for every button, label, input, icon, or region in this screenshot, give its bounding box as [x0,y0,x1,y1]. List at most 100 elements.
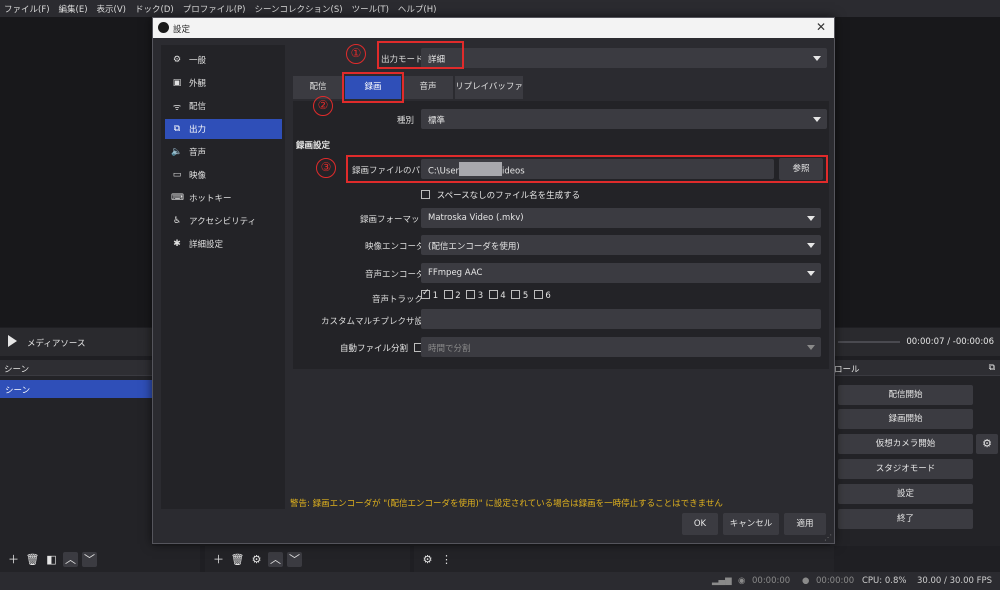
nav-hotkeys[interactable]: ⌨ ホットキー [165,188,282,208]
auto-split-value: 時間で分割 [428,344,471,354]
browse-button[interactable]: 参照 [779,158,823,180]
track-label: 1 [432,291,439,301]
recording-format-select[interactable]: Matroska Video (.mkv) [421,208,821,228]
no-space-checkbox[interactable] [421,190,430,199]
nav-advanced[interactable]: ✱ 詳細設定 [165,234,282,254]
chevron-down-icon [813,56,821,61]
settings-button[interactable]: 設定 [838,484,973,504]
track-label: 2 [455,291,461,301]
nav-label: 音声 [189,148,207,158]
sources-toolbar: ＋ 🗑 ⚙ ︿ ﹀ [205,546,410,572]
track-1-checkbox[interactable] [421,288,430,299]
type-select[interactable]: 標準 [421,109,827,129]
nav-output[interactable]: ⧉ 出力 [165,119,282,139]
audio-encoder-select[interactable]: FFmpeg AAC [421,263,821,283]
dialog-title: 設定 [173,25,191,35]
audio-encoder-value: FFmpeg AAC [428,268,483,278]
chevron-up-icon[interactable]: ︿ [63,551,78,567]
nav-video[interactable]: ▭ 映像 [165,165,282,185]
menu-edit[interactable]: 編集(E) [59,3,88,15]
studio-mode-button[interactable]: スタジオモード [838,459,973,479]
type-value: 標準 [428,116,446,126]
status-bar: ▂▄▆ ◉ 00:00:00 ● 00:00:00 CPU: 0.8% 30.0… [0,572,1000,590]
output-mode-value: 詳細 [428,55,446,65]
nav-general[interactable]: ⚙ 一般 [165,50,282,70]
add-icon[interactable]: ＋ [211,552,226,567]
type-label: 種別 [397,116,415,126]
settings-dialog: 設定 ✕ ⚙ 一般 ▣ 外観 ᯤ 配信 ⧉ 出力 🔈 音声 ▭ 映像 ⌨ ホットキー ♿ アクセ… [152,17,835,544]
nav-accessibility[interactable]: ♿ アクセシビリティ [165,211,282,231]
recording-path-input[interactable]: C:\User ideos [421,159,774,179]
tab-audio[interactable]: 音声 [403,76,453,99]
resize-grip-icon[interactable]: ⋰ [824,533,832,542]
speaker-icon: 🔈 [171,147,183,157]
menu-help[interactable]: ヘルプ(H) [398,3,437,15]
custom-muxer-input[interactable] [421,309,821,329]
filter-icon[interactable]: ◧ [44,552,59,567]
add-icon[interactable]: ＋ [6,552,21,567]
undock-icon[interactable]: ⧉ [989,363,995,373]
start-virtual-camera-button[interactable]: 仮想カメラ開始 [838,434,973,454]
monitor-icon: ▭ [172,170,182,180]
menu-file[interactable]: ファイル(F) [4,3,50,15]
chevron-down-icon[interactable]: ﹀ [82,551,97,567]
trash-icon[interactable]: 🗑 [230,552,245,567]
tab-replay-buffer[interactable]: リプレイバッファ [455,76,523,99]
recording-path-value: C:\User [428,166,460,177]
ok-button[interactable]: OK [682,513,718,535]
scenes-title: シーン [0,360,152,376]
menu-scene-collection[interactable]: シーンコレクション(S) [254,3,342,15]
menu-profile[interactable]: プロファイル(P) [183,3,246,15]
obs-logo-icon [158,22,169,33]
dialog-titlebar: 設定 ✕ [153,18,834,38]
menu-view[interactable]: 表示(V) [97,3,126,15]
chevron-down-icon[interactable]: ﹀ [287,551,302,567]
menu-tools[interactable]: ツール(T) [352,3,389,15]
gear-icon: ⚙ [172,55,182,65]
gears-icon[interactable]: ⚙ [420,552,435,567]
chevron-up-icon[interactable]: ︿ [268,551,283,567]
track-5-checkbox[interactable] [511,290,521,299]
trash-icon[interactable]: 🗑 [25,552,40,567]
track-3-checkbox[interactable] [466,290,476,299]
media-seek-slider[interactable] [838,341,900,343]
menu-docks[interactable]: ドック(D) [135,3,174,15]
start-streaming-button[interactable]: 配信開始 [838,385,973,405]
gear-icon[interactable]: ⚙ [976,434,998,454]
tab-stream[interactable]: 配信 [293,76,343,99]
fps-readout: 30.00 / 30.00 FPS [917,576,993,586]
video-encoder-select[interactable]: (配信エンコーダを使用) [421,235,821,255]
apply-button[interactable]: 適用 [784,513,826,535]
nav-stream[interactable]: ᯤ 配信 [165,96,282,116]
track-6-checkbox[interactable] [533,290,543,299]
video-encoder-value: (配信エンコーダを使用) [428,242,520,252]
play-icon[interactable] [8,335,17,347]
scene-item[interactable]: シーン [0,380,152,398]
auto-split-select[interactable]: 時間で分割 [421,337,821,357]
media-source-label: メディアソース [27,339,86,349]
gear-icon[interactable]: ⚙ [249,552,264,567]
cpu-usage: CPU: 0.8% [862,576,907,586]
nav-audio[interactable]: 🔈 音声 [165,142,282,162]
cancel-button[interactable]: キャンセル [723,513,779,535]
output-mode-select[interactable]: 詳細 [421,48,827,68]
tab-recording[interactable]: 録画 [345,76,401,99]
more-icon[interactable]: ⋮ [439,552,454,567]
no-space-filename-option[interactable]: スペースなしのファイル名を生成する [421,189,580,201]
exit-button[interactable]: 終了 [838,509,973,529]
controls-title-label: ロール [834,365,860,375]
close-icon[interactable]: ✕ [816,20,826,34]
wrench-icon: ✱ [173,239,181,249]
scenes-toolbar: ＋ 🗑 ◧ ︿ ﹀ [0,546,200,572]
recording-format-value: Matroska Video (.mkv) [428,213,524,223]
media-time: 00:00:07 / -00:00:06 [906,337,994,347]
start-recording-button[interactable]: 録画開始 [838,409,973,429]
recording-path-label: 録画ファイルのパス [352,166,429,176]
track-4-checkbox[interactable] [488,290,498,299]
nav-label: 一般 [189,56,207,66]
nav-appearance[interactable]: ▣ 外観 [165,73,282,93]
mixer-toolbar: ⚙ ⋮ [414,546,834,572]
track-2-checkbox[interactable] [443,290,453,299]
track-label: 6 [545,291,551,301]
auto-split-option: 自動ファイル分割 [340,342,423,354]
